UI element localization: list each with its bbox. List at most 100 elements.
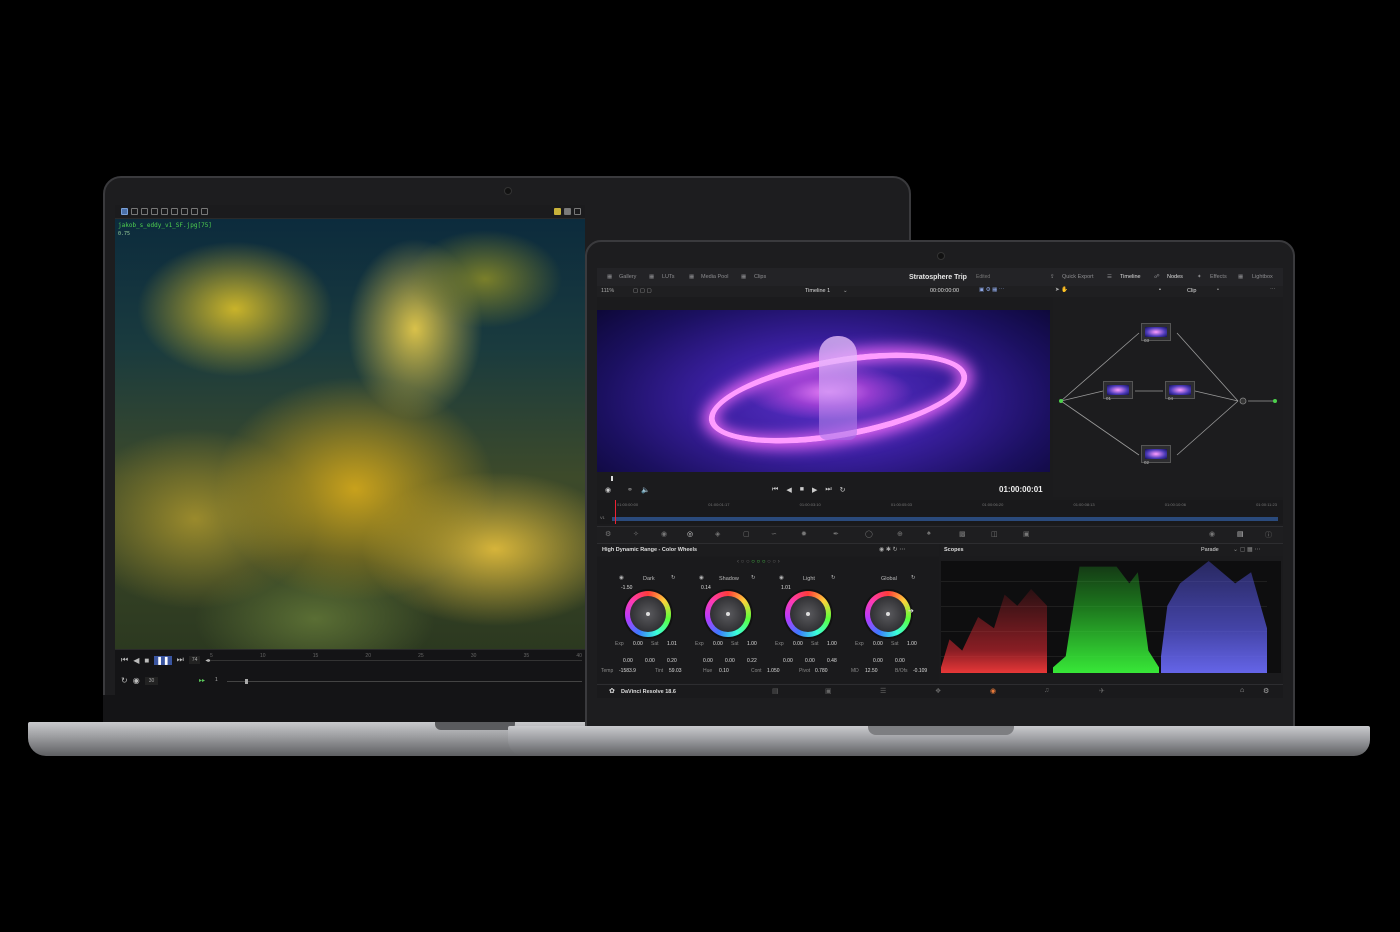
nav-nodes[interactable]: Nodes — [1167, 274, 1183, 280]
nav-effects[interactable]: Effects — [1210, 274, 1227, 280]
node-01[interactable]: 01 — [1103, 381, 1133, 401]
x-value[interactable]: 0.00 — [873, 658, 883, 664]
timeline-select[interactable]: Timeline 1 — [805, 288, 830, 294]
color-wheel-light[interactable] — [785, 591, 831, 637]
play-icon[interactable]: ▶ — [812, 486, 817, 494]
grid-icon[interactable] — [191, 208, 198, 215]
color-wheel-global[interactable] — [865, 591, 911, 637]
timeline-playhead[interactable] — [615, 500, 616, 524]
video-track-clip[interactable] — [612, 517, 1278, 521]
zoom-in-icon[interactable] — [161, 208, 168, 215]
timecode-top[interactable]: 00:00:00:00 — [930, 288, 959, 294]
pivot-value[interactable]: 0.780 — [815, 668, 828, 674]
eye-icon[interactable]: ◉ — [1209, 530, 1215, 538]
sat-value[interactable]: 1.00 — [907, 641, 917, 647]
stop-icon[interactable]: ■ — [144, 656, 149, 665]
link-icon[interactable]: ⚭ — [627, 486, 633, 494]
wheel-reset-icon[interactable]: ↻ — [671, 575, 676, 581]
exp-value[interactable]: 0.00 — [713, 641, 723, 647]
fps-field[interactable]: 30 — [144, 676, 159, 685]
y-value[interactable]: 0.00 — [895, 658, 905, 664]
nav-lightbox[interactable]: Lightbox — [1252, 274, 1273, 280]
zone-dots[interactable]: ‹ ○ ○ ○ ○ ○ ○ ○ › — [737, 559, 780, 565]
skip-end-icon[interactable]: ⏭ — [177, 655, 184, 665]
nav-media-pool[interactable]: Media Pool — [701, 274, 729, 280]
color-page-icon[interactable]: ◉ — [990, 687, 996, 695]
sat-value[interactable]: 1.01 — [667, 641, 677, 647]
edit-page-icon[interactable]: ☰ — [880, 687, 886, 695]
deliver-page-icon[interactable]: ✈ — [1099, 687, 1105, 695]
exp-value[interactable]: 0.00 — [873, 641, 883, 647]
scopes-mode-select[interactable]: Parade — [1201, 547, 1219, 553]
clip-mode-select[interactable]: Clip — [1187, 288, 1196, 294]
node-graph[interactable]: 03 01 04 02 — [1053, 297, 1283, 497]
wheel-reset-icon[interactable]: ↻ — [831, 575, 836, 581]
md-value[interactable]: 12.50 — [865, 668, 878, 674]
wheel-reset-icon[interactable]: ↻ — [911, 575, 916, 581]
effects-icon[interactable]: ✦ — [1197, 274, 1202, 280]
skip-start-icon[interactable]: ⏮ — [121, 655, 128, 665]
wheel-options-icon[interactable]: ◉ ✱ ↻ ⋯ — [879, 546, 905, 553]
nav-timeline[interactable]: Timeline — [1120, 274, 1141, 280]
info-icon[interactable]: ⓘ — [1265, 530, 1272, 540]
quick-export-icon[interactable]: ⇪ — [1050, 274, 1055, 280]
chevron-down-icon[interactable]: ⌄ — [843, 288, 848, 294]
motion-effects-icon[interactable]: ▢ — [743, 530, 750, 538]
play-back-icon[interactable]: ◀ — [133, 656, 139, 665]
x-value[interactable]: 0.00 — [783, 658, 793, 664]
color-swatch-icon[interactable] — [554, 208, 561, 215]
more-icon[interactable]: ⋯ — [1270, 287, 1276, 293]
loop-icon[interactable]: ↻ — [840, 486, 846, 494]
primaries-icon[interactable]: ◉ — [661, 530, 667, 538]
bofs-value[interactable]: -0.109 — [913, 668, 927, 674]
sizing-icon[interactable]: ▣ — [1023, 530, 1030, 538]
layout-icon[interactable] — [564, 208, 571, 215]
frame-field[interactable]: 1 — [215, 677, 218, 683]
monitor-icon[interactable] — [141, 208, 148, 215]
scrub-handle[interactable] — [245, 679, 248, 684]
viewer-options-icon[interactable]: ▣ ⚙ ▦ ⋯ — [979, 287, 1004, 293]
pause-icon[interactable]: ❚❚ — [154, 655, 172, 665]
fusion-page-icon[interactable]: ❖ — [935, 687, 941, 695]
volume-icon[interactable]: 🔈 — [641, 486, 650, 494]
nav-luts[interactable]: LUTs — [662, 274, 675, 280]
fullscreen-icon[interactable] — [574, 208, 581, 215]
zoom-select[interactable]: 111% — [601, 288, 614, 294]
nav-clips[interactable]: Clips — [754, 274, 766, 280]
zoom-out-icon[interactable] — [171, 208, 178, 215]
z-value[interactable]: 0.48 — [827, 658, 837, 664]
exp-value[interactable]: 0.00 — [633, 641, 643, 647]
cont-value[interactable]: 1.050 — [767, 668, 780, 674]
nodes-icon[interactable]: ☍ — [1154, 274, 1160, 280]
z-value[interactable]: 0.20 — [667, 658, 677, 664]
z-value[interactable]: 0.22 — [747, 658, 757, 664]
skip-start-icon[interactable]: ⏮ — [772, 486, 778, 494]
exp-value[interactable]: 0.00 — [793, 641, 803, 647]
gallery-icon[interactable]: ▦ — [607, 274, 612, 280]
wheel-top-value[interactable]: -1.50 — [621, 585, 632, 591]
curves-icon[interactable]: ∽ — [771, 530, 777, 538]
window-icon[interactable]: ◯ — [865, 530, 873, 538]
home-icon[interactable]: ⌂ — [1240, 687, 1244, 694]
video-viewer[interactable] — [597, 310, 1050, 472]
magic-mask-icon[interactable]: ♠ — [927, 530, 931, 537]
wheel-top-value[interactable]: 1.01 — [781, 585, 791, 591]
node-03[interactable]: 03 — [1141, 323, 1171, 343]
wheel-toggle-icon[interactable]: ◉ — [619, 575, 624, 581]
in-out-icon[interactable]: ▸▸ — [199, 677, 205, 684]
timecode-main[interactable]: 01:00:00:01 — [999, 485, 1043, 494]
audio-sync-icon[interactable]: ◉ — [605, 486, 611, 494]
nav-gallery[interactable]: Gallery — [619, 274, 636, 280]
x-value[interactable]: 0.00 — [703, 658, 713, 664]
view-mode-icon[interactable]: ▢ ▢ ▢ — [633, 288, 652, 294]
media-page-icon[interactable]: ▤ — [772, 687, 779, 695]
pointer-icon[interactable]: ➤ ✋ — [1055, 287, 1068, 293]
timeline-icon[interactable]: ☰ — [1107, 274, 1112, 280]
luts-icon[interactable]: ▦ — [649, 274, 654, 280]
clips-icon[interactable]: ▦ — [741, 274, 746, 280]
y-value[interactable]: 0.00 — [805, 658, 815, 664]
key-icon[interactable]: ◫ — [991, 530, 998, 538]
color-page-tab[interactable]: ◉ — [969, 685, 1019, 698]
view-tool-icon[interactable] — [131, 208, 138, 215]
frame-counter[interactable]: 74 — [188, 656, 201, 664]
